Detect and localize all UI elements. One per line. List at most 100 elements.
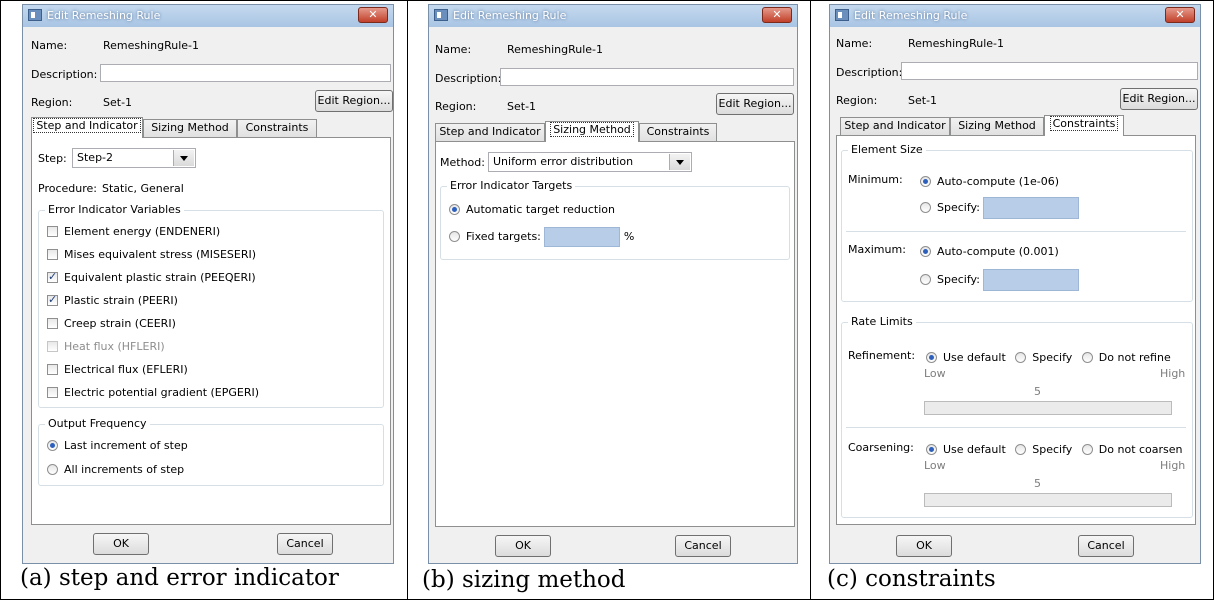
tab-constraints[interactable]: Constraints	[237, 119, 317, 137]
region-label: Region:	[836, 94, 878, 107]
maximum-specify-input[interactable]	[983, 269, 1080, 291]
ok-button[interactable]: OK	[495, 535, 551, 557]
tab-content: Element Size Minimum: Auto-compute (1e-0…	[836, 135, 1196, 525]
edit-region-button[interactable]: Edit Region...	[315, 90, 393, 112]
error-variable-checkbox[interactable]: Equivalent plastic strain (PEEQERI)	[47, 270, 256, 287]
tab-constraints[interactable]: Constraints	[639, 123, 717, 141]
cancel-button[interactable]: Cancel	[277, 533, 333, 555]
coarsening-value: 5	[1034, 477, 1041, 490]
fixed-targets-input[interactable]	[544, 227, 621, 247]
error-variable-checkbox[interactable]: Mises equivalent stress (MISESERI)	[47, 248, 256, 264]
tab-bar: Step and Indicator Sizing Method Constra…	[31, 117, 391, 138]
radio-last-increment[interactable]: Last increment of step	[47, 439, 188, 455]
output-frequency-group: Output Frequency Last increment of step …	[38, 417, 384, 486]
output-frequency-title: Output Frequency	[45, 417, 150, 430]
region-value: Set-1	[507, 100, 537, 113]
checked-checkbox-icon	[47, 293, 58, 307]
procedure-value: Static, General	[102, 182, 184, 195]
ok-button[interactable]: OK	[93, 533, 149, 555]
radio-button-icon	[920, 176, 931, 187]
radio-coarsen-specify[interactable]: Specify	[1015, 443, 1072, 456]
radio-button-icon	[47, 440, 58, 451]
edit-region-button[interactable]: Edit Region...	[716, 93, 794, 115]
radio-fixed-targets[interactable]: Fixed targets: %	[449, 227, 634, 249]
close-icon[interactable]: ✕	[1165, 7, 1195, 23]
error-variable-checkbox[interactable]: Electric potential gradient (EPGERI)	[47, 386, 259, 402]
refinement-options: Use default Specify Do not refine	[926, 351, 1171, 367]
radio-button-icon	[47, 464, 58, 475]
radio-do-not-coarsen[interactable]: Do not coarsen	[1081, 443, 1183, 456]
tab-constraints[interactable]: Constraints	[1044, 115, 1124, 136]
radio-minimum-specify[interactable]: Specify:	[920, 197, 1080, 219]
region-value: Set-1	[908, 94, 938, 107]
checkbox-icon	[47, 226, 58, 237]
description-label: Description:	[836, 66, 903, 79]
caption-b: (b) sizing method	[422, 567, 626, 593]
radio-coarsen-use-default[interactable]: Use default	[926, 443, 1006, 456]
error-variable-label: Plastic strain (PEERI)	[64, 294, 178, 307]
error-variable-label: Mises equivalent stress (MISESERI)	[64, 248, 257, 261]
name-label: Name:	[836, 37, 873, 50]
cancel-button[interactable]: Cancel	[675, 535, 731, 557]
description-input[interactable]	[100, 64, 391, 82]
tab-content: Step: Step-2 Procedure: Static, General …	[31, 137, 391, 525]
description-input[interactable]	[901, 62, 1198, 80]
error-variable-checkbox[interactable]: Plastic strain (PEERI)	[47, 293, 178, 310]
caption-a: (a) step and error indicator	[20, 565, 339, 591]
close-icon[interactable]: ✕	[762, 7, 792, 23]
tab-step-and-indicator[interactable]: Step and Indicator	[840, 117, 950, 135]
refinement-high-label: High	[1160, 367, 1186, 380]
title-bar: Edit Remeshing Rule ✕	[23, 5, 393, 27]
radio-maximum-specify[interactable]: Specify:	[920, 269, 1080, 291]
rate-limits-title: Rate Limits	[848, 315, 916, 328]
tab-bar: Step and Indicator Sizing Method Constra…	[840, 115, 1200, 136]
radio-all-increments[interactable]: All increments of step	[47, 463, 184, 479]
tab-sizing-method[interactable]: Sizing Method	[950, 117, 1044, 135]
tab-sizing-method[interactable]: Sizing Method	[545, 121, 639, 142]
coarsening-slider[interactable]	[924, 493, 1172, 507]
chevron-down-icon[interactable]	[669, 154, 690, 170]
coarsening-options: Use default Specify Do not coarsen	[926, 443, 1183, 459]
name-label: Name:	[435, 43, 472, 56]
radio-minimum-auto[interactable]: Auto-compute (1e-06)	[920, 175, 1059, 191]
radio-automatic-target[interactable]: Automatic target reduction	[449, 203, 615, 219]
tab-step-and-indicator[interactable]: Step and Indicator	[31, 117, 143, 138]
region-value: Set-1	[103, 96, 133, 109]
radio-refine-specify[interactable]: Specify	[1015, 351, 1072, 364]
app-icon	[434, 9, 448, 21]
refinement-slider[interactable]	[924, 401, 1172, 415]
step-label: Step:	[38, 152, 67, 165]
error-variable-label: Creep strain (CEERI)	[64, 317, 176, 330]
error-variable-label: Electric potential gradient (EPGERI)	[64, 386, 260, 399]
error-variable-checkbox[interactable]: Creep strain (CEERI)	[47, 317, 176, 333]
tab-step-and-indicator[interactable]: Step and Indicator	[435, 123, 545, 141]
tab-sizing-method[interactable]: Sizing Method	[143, 119, 237, 137]
panel-a-cell: Edit Remeshing Rule ✕ Name: RemeshingRul…	[0, 0, 408, 600]
refinement-label: Refinement:	[848, 349, 916, 362]
radio-maximum-auto[interactable]: Auto-compute (0.001)	[920, 245, 1059, 261]
refinement-value: 5	[1034, 385, 1041, 398]
step-combo[interactable]: Step-2	[72, 148, 196, 168]
cancel-button[interactable]: Cancel	[1078, 535, 1134, 557]
checkbox-icon	[47, 249, 58, 260]
ok-button[interactable]: OK	[896, 535, 952, 557]
dialog-title: Edit Remeshing Rule	[854, 9, 968, 22]
checkbox-icon	[47, 364, 58, 375]
caption-c: (c) constraints	[827, 566, 996, 592]
radio-refine-use-default[interactable]: Use default	[926, 351, 1006, 364]
close-icon[interactable]: ✕	[358, 7, 388, 23]
error-variable-checkbox[interactable]: Element energy (ENDENERI)	[47, 225, 220, 241]
minimum-specify-input[interactable]	[983, 197, 1080, 219]
app-icon	[835, 9, 849, 21]
method-combo[interactable]: Uniform error distribution	[488, 152, 692, 172]
error-variable-checkbox[interactable]: Electrical flux (EFLERI)	[47, 363, 188, 379]
radio-button-icon	[920, 274, 931, 285]
description-label: Description:	[435, 72, 502, 85]
radio-button-icon	[920, 202, 931, 213]
edit-region-button[interactable]: Edit Region...	[1120, 88, 1198, 110]
radio-button-icon	[920, 246, 931, 257]
radio-do-not-refine[interactable]: Do not refine	[1081, 351, 1171, 364]
remeshing-dialog-b: Edit Remeshing Rule ✕ Name: RemeshingRul…	[428, 4, 798, 564]
chevron-down-icon[interactable]	[173, 150, 194, 166]
description-input[interactable]	[500, 68, 794, 86]
